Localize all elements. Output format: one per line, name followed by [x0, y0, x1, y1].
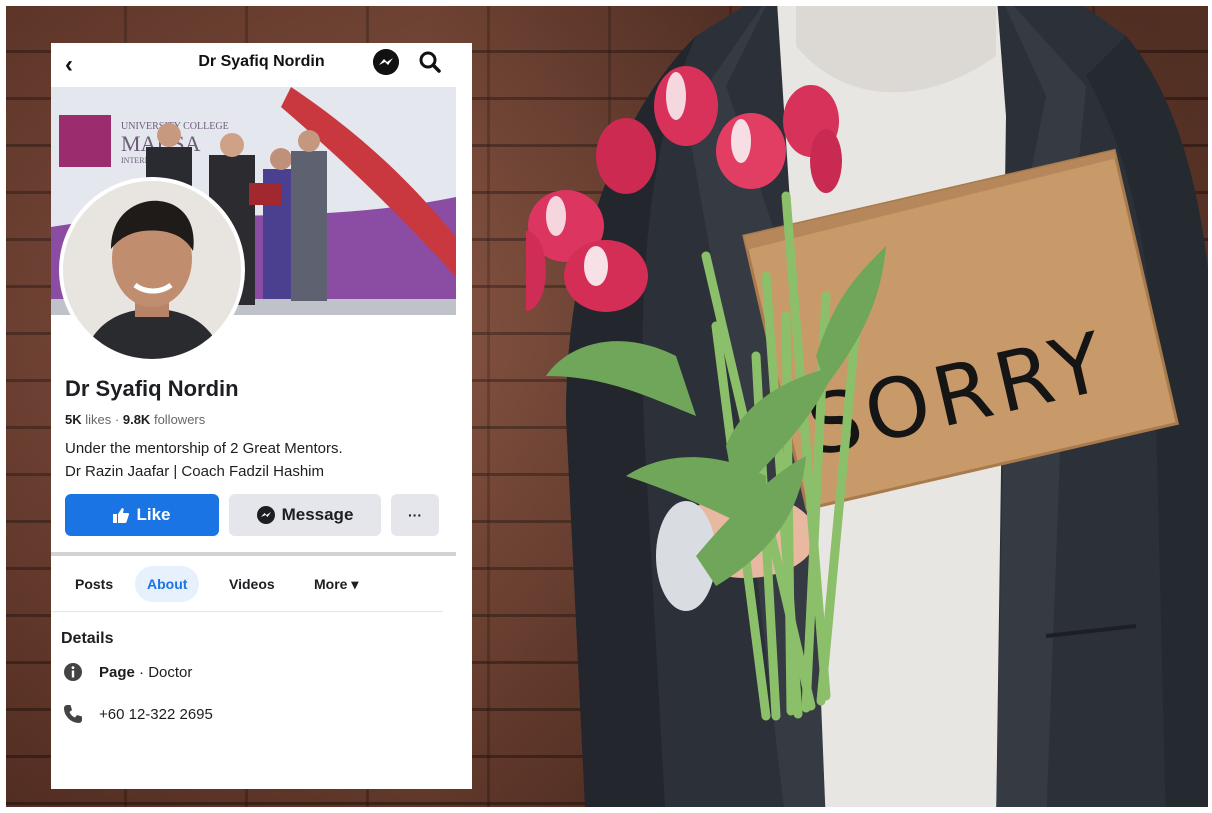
details-heading: Details [61, 630, 114, 647]
section-divider [51, 552, 456, 556]
man-with-flowers-illustration: SORRY [526, 6, 1208, 807]
top-bar: ‹ Dr Syafiq Nordin [51, 43, 472, 87]
page-stats: 5K likes · 9.8K followers [65, 412, 206, 427]
search-icon[interactable] [419, 51, 441, 73]
profile-picture[interactable] [59, 177, 245, 363]
tab-more[interactable]: More ▾ [302, 566, 370, 602]
tab-posts[interactable]: Posts [63, 566, 125, 602]
page-category-row: Page · Doctor [63, 662, 192, 682]
more-options-button[interactable]: ··· [391, 494, 439, 536]
facebook-page-screenshot: ‹ Dr Syafiq Nordin UNIVERSITY COLLEGE MA… [51, 43, 472, 789]
message-button[interactable]: Message [229, 494, 381, 536]
page-tabs: Posts About Videos More ▾ [59, 566, 449, 602]
page-name: Dr Syafiq Nordin [65, 376, 239, 401]
bio-line-1: Under the mentorship of 2 Great Mentors. [65, 440, 343, 457]
messenger-icon[interactable] [373, 49, 399, 75]
info-icon [64, 663, 82, 681]
tab-about[interactable]: About [135, 566, 200, 602]
phone-icon [64, 705, 82, 723]
photo-collage: SORRY ‹ Dr Syafiq Nordin UNIVERSITY COLL… [6, 6, 1208, 807]
page-title: Dr Syafiq Nordin [198, 53, 325, 70]
thumbs-up-icon [113, 508, 130, 523]
tab-videos[interactable]: Videos [217, 566, 287, 602]
bio-line-2: Dr Razin Jaafar | Coach Fadzil Hashim [65, 463, 324, 480]
phone-row[interactable]: +60 12-322 2695 [63, 704, 213, 724]
like-button[interactable]: Like [65, 494, 219, 536]
messenger-icon [256, 506, 275, 524]
